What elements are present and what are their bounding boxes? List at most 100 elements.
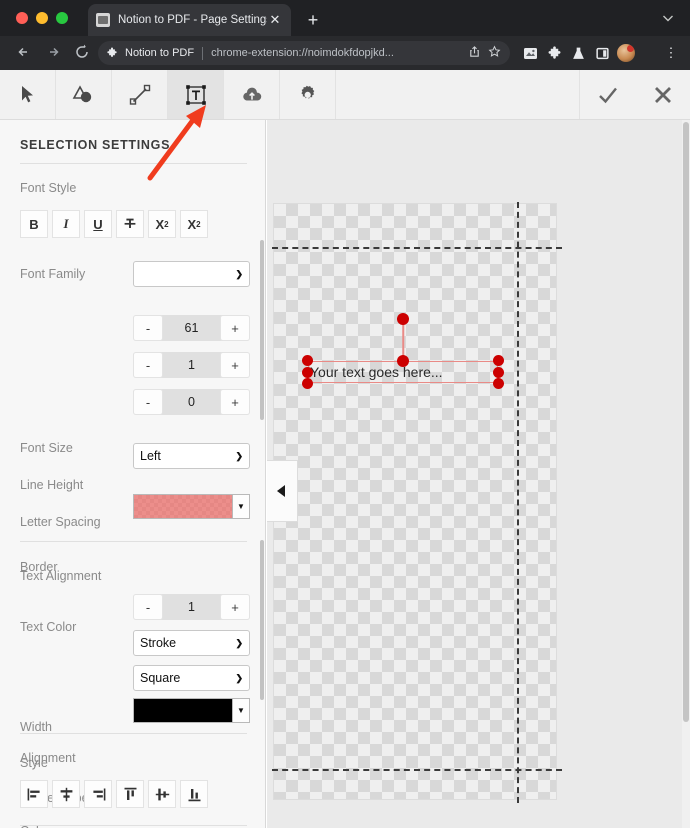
- underline-button[interactable]: U: [84, 210, 112, 238]
- border-width-decrement[interactable]: -: [133, 594, 163, 620]
- page-scrollbar-thumb[interactable]: [683, 122, 689, 722]
- editor-toolbar: [0, 70, 690, 120]
- text-alignment-select[interactable]: Left ❯: [133, 443, 250, 469]
- confirm-button[interactable]: [580, 70, 635, 119]
- gear-icon: [300, 85, 314, 99]
- handle-bottom-left[interactable]: [302, 378, 313, 389]
- line-height-increment[interactable]: +: [220, 352, 250, 378]
- selection-settings-panel: SELECTION SETTINGS Font Style B I U X2 X…: [0, 120, 266, 828]
- pdf-page-canvas[interactable]: Your text goes here...: [272, 202, 562, 803]
- panel-scrollbar-track[interactable]: [260, 120, 265, 828]
- border-color-swatch[interactable]: [134, 699, 232, 722]
- line-height-value: 1: [188, 358, 195, 372]
- section-label-border: Border: [20, 560, 58, 574]
- triangle-down-icon[interactable]: ▼: [232, 699, 249, 722]
- text-color-field[interactable]: ▼: [133, 494, 250, 519]
- bold-button[interactable]: B: [20, 210, 48, 238]
- text-alignment-value: Left: [140, 449, 161, 463]
- avatar: [617, 44, 635, 62]
- handle-top-right[interactable]: [493, 355, 504, 366]
- notion-to-pdf-extension-icon[interactable]: [518, 41, 542, 65]
- font-size-value: 61: [184, 321, 199, 335]
- align-center-horizontal-button[interactable]: [52, 780, 80, 808]
- handle-middle-left[interactable]: [302, 366, 313, 378]
- line-tool[interactable]: [112, 70, 168, 119]
- chevron-down-icon[interactable]: [660, 10, 676, 26]
- strikethrough-icon: [124, 218, 136, 228]
- side-panel-icon[interactable]: [590, 41, 614, 65]
- selected-text-object[interactable]: Your text goes here...: [302, 313, 504, 389]
- line-height-decrement[interactable]: -: [133, 352, 163, 378]
- divider: [20, 541, 247, 542]
- label-letter-spacing: Letter Spacing: [20, 515, 101, 529]
- align-right-button[interactable]: [84, 780, 112, 808]
- letter-spacing-increment[interactable]: +: [220, 389, 250, 415]
- superscript-button[interactable]: X2: [180, 210, 208, 238]
- arrow-right-icon[interactable]: [44, 43, 64, 63]
- window-minimize-button[interactable]: [36, 12, 48, 24]
- cursor-arrow-icon: [21, 85, 33, 102]
- window-close-button[interactable]: [16, 12, 28, 24]
- flask-icon[interactable]: [566, 41, 590, 65]
- triangle-down-icon[interactable]: ▼: [232, 495, 249, 518]
- select-tool[interactable]: [0, 70, 56, 119]
- three-dot-menu-icon[interactable]: ⋮: [660, 41, 682, 65]
- align-top-button[interactable]: [116, 780, 144, 808]
- profile-avatar[interactable]: [614, 41, 638, 65]
- cancel-button[interactable]: [635, 70, 690, 119]
- line-height-stepper: - 1 +: [133, 352, 250, 378]
- text-color-swatch[interactable]: [134, 495, 232, 518]
- page-scrollbar-track[interactable]: [682, 120, 690, 828]
- strikethrough-button[interactable]: [116, 210, 144, 238]
- margin-guide-right: [517, 202, 519, 803]
- shape-tool[interactable]: [56, 70, 112, 119]
- divider: [20, 163, 247, 164]
- alignment-buttons: [20, 780, 208, 808]
- settings-tool[interactable]: [280, 70, 336, 119]
- align-bottom-button[interactable]: [180, 780, 208, 808]
- top-center-handle[interactable]: [397, 355, 409, 367]
- text-tool[interactable]: [168, 70, 224, 119]
- handle-top-left[interactable]: [302, 355, 313, 366]
- font-size-decrement[interactable]: -: [133, 315, 163, 341]
- superscript-digit: 2: [196, 219, 201, 229]
- align-center-horizontal-icon: [60, 787, 72, 801]
- upload-tool[interactable]: [224, 70, 280, 119]
- align-left-button[interactable]: [20, 780, 48, 808]
- chevron-down-icon: ❯: [235, 450, 243, 461]
- border-style-value: Stroke: [140, 636, 177, 650]
- share-icon[interactable]: [466, 45, 482, 61]
- border-color-field[interactable]: ▼: [133, 698, 250, 723]
- shapes-icon: [72, 84, 91, 102]
- font-size-increment[interactable]: +: [220, 315, 250, 341]
- browser-tab[interactable]: Notion to PDF - Page Settings ✕: [88, 4, 291, 36]
- subscript-button[interactable]: X2: [148, 210, 176, 238]
- close-icon[interactable]: ✕: [267, 12, 283, 28]
- rotate-handle[interactable]: [397, 313, 409, 325]
- letter-spacing-decrement[interactable]: -: [133, 389, 163, 415]
- border-style-select[interactable]: Stroke ❯: [133, 630, 250, 656]
- italic-button[interactable]: I: [52, 210, 80, 238]
- font-family-select[interactable]: ❯: [133, 261, 250, 287]
- arrow-left-icon[interactable]: [14, 43, 34, 63]
- label-font-size: Font Size: [20, 441, 73, 455]
- panel-scrollbar-thumb[interactable]: [260, 540, 264, 700]
- reload-icon[interactable]: [72, 43, 92, 63]
- panel-collapse-button[interactable]: [267, 460, 298, 522]
- site-name: Notion to PDF: [125, 47, 195, 59]
- star-icon[interactable]: [486, 45, 502, 61]
- corner-type-select[interactable]: Square ❯: [133, 665, 250, 691]
- address-bar[interactable]: Notion to PDF chrome-extension://noimdok…: [98, 41, 510, 65]
- underline-label: U: [93, 216, 103, 232]
- tab-title: Notion to PDF - Page Settings: [118, 14, 267, 26]
- puzzle-piece-icon[interactable]: [542, 41, 566, 65]
- panel-scrollbar-thumb[interactable]: [260, 240, 264, 420]
- new-tab-button[interactable]: +: [303, 10, 323, 30]
- canvas-area[interactable]: Your text goes here...: [267, 120, 690, 828]
- border-width-increment[interactable]: +: [220, 594, 250, 620]
- window-maximize-button[interactable]: [56, 12, 68, 24]
- window-controls: [16, 12, 68, 24]
- handle-bottom-right[interactable]: [493, 378, 504, 389]
- handle-middle-right[interactable]: [493, 366, 504, 378]
- align-center-vertical-button[interactable]: [148, 780, 176, 808]
